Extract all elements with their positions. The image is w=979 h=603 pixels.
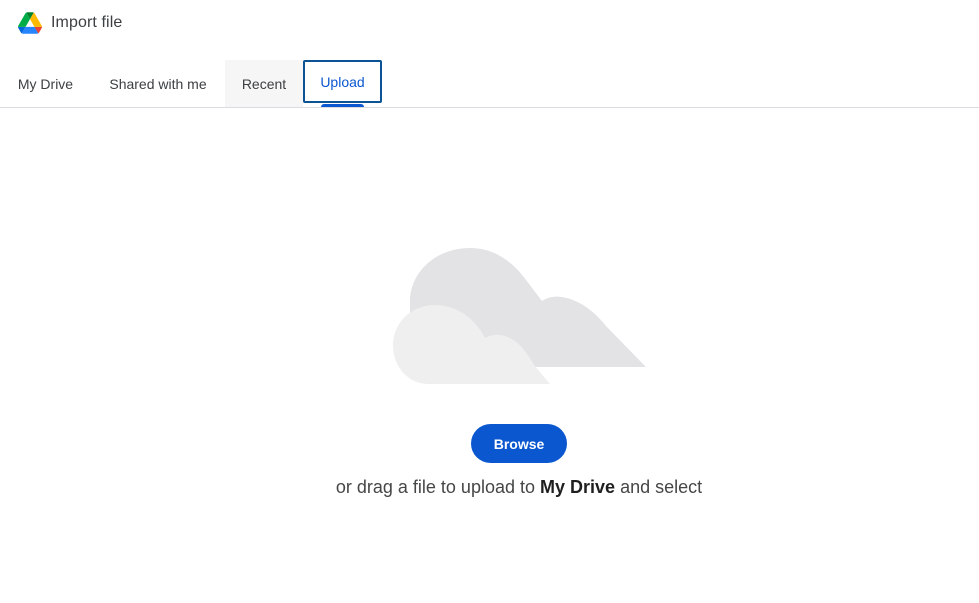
dialog-title: Import file (51, 14, 123, 31)
drag-suffix-text: and select (620, 477, 703, 497)
browse-button[interactable]: Browse (471, 424, 567, 463)
drag-location-text: My Drive (540, 477, 616, 497)
google-drive-logo-icon (18, 12, 42, 34)
selected-tab-indicator (321, 104, 364, 107)
drag-prefix-text: or drag a file to upload to (335, 477, 535, 497)
tab-shared-with-me[interactable]: Shared with me (91, 60, 225, 107)
tab-upload[interactable]: Upload (303, 60, 382, 103)
drag-instructions: or drag a file to upload to My Drive and… (0, 477, 979, 498)
cloud-illustration-icon (393, 248, 646, 384)
tab-bar: My Drive Shared with me Recent Upload (0, 60, 979, 108)
tab-my-drive[interactable]: My Drive (0, 60, 91, 107)
tab-recent[interactable]: Recent (225, 60, 303, 107)
dialog-header: Import file (0, 0, 979, 48)
